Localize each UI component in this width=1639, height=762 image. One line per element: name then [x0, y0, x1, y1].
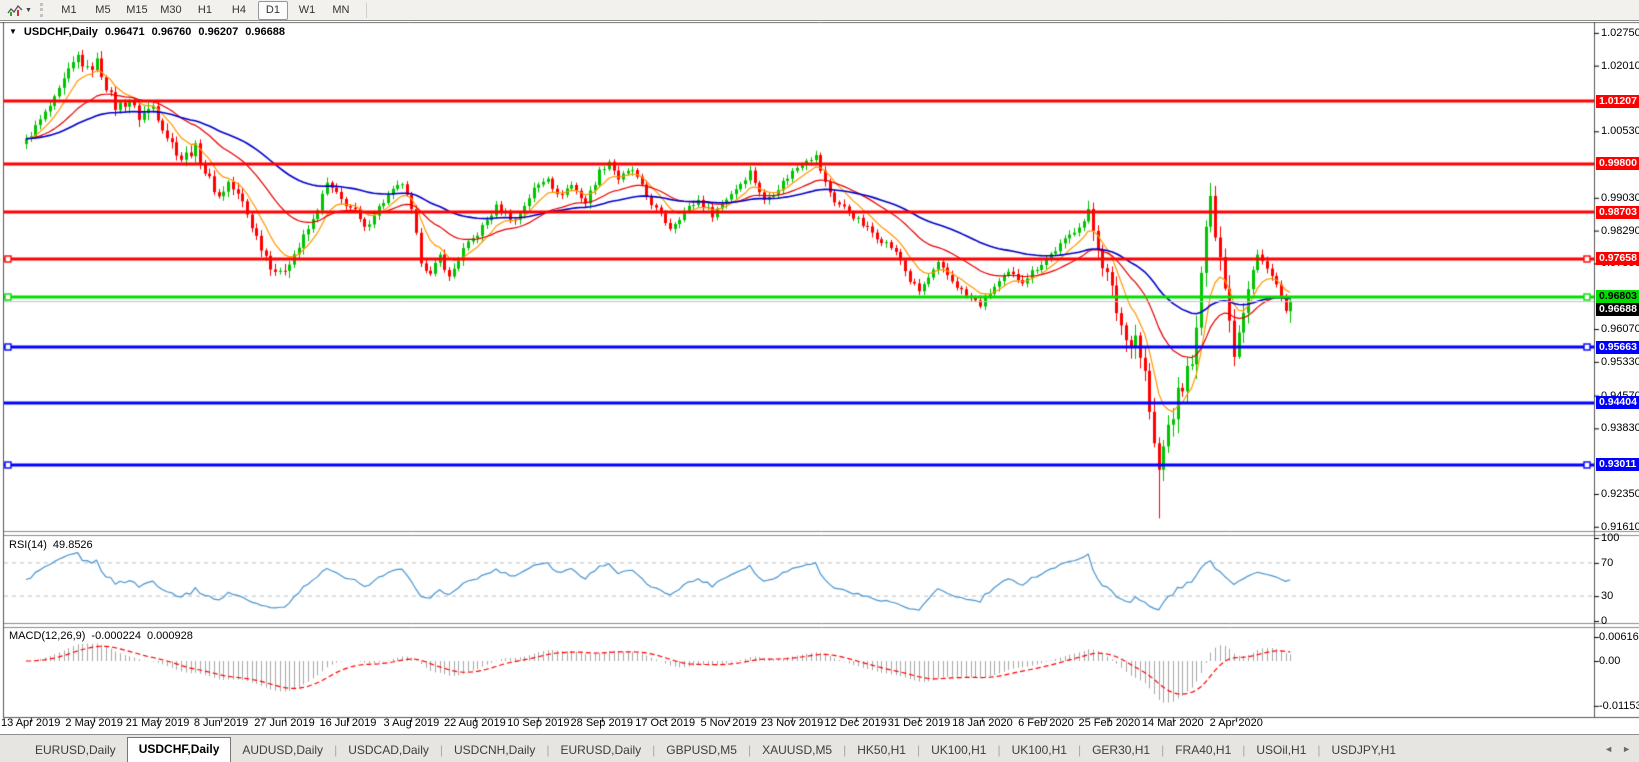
- time-axis-date: 5 Nov 2019: [700, 717, 757, 729]
- time-axis-date: 23 Nov 2019: [760, 717, 824, 729]
- period-button-m15[interactable]: M15: [122, 1, 152, 20]
- rsi-axis-tick: 30: [1601, 590, 1614, 603]
- price-line-badge: 0.95663: [1596, 340, 1639, 354]
- period-button-h1[interactable]: H1: [190, 1, 220, 20]
- price-axis-tick: 0.96070: [1601, 323, 1639, 336]
- period-button-d1[interactable]: D1: [257, 0, 288, 20]
- macd-axis-tick: 0.00: [1599, 655, 1621, 667]
- symbol-tab-uk100-h1[interactable]: UK100,H1: [1001, 740, 1078, 760]
- time-axis-date: 22 Aug 2019: [443, 717, 506, 729]
- symbol-tab-gbpusd-m5[interactable]: GBPUSD,M5: [655, 740, 748, 760]
- chart-header: ▼ USDCHF,Daily 0.96471 0.96760 0.96207 0…: [9, 26, 285, 38]
- time-axis-date: 31 Dec 2019: [887, 717, 951, 729]
- price-axis-tick: 1.00530: [1601, 125, 1639, 138]
- symbol-tab-ger30-h1[interactable]: GER30,H1: [1081, 740, 1161, 760]
- toolbar-grip[interactable]: [39, 3, 46, 17]
- toolbar-separator: [365, 2, 367, 18]
- period-button-h4[interactable]: H4: [224, 1, 254, 20]
- macd-signal-value: 0.000928: [146, 630, 193, 642]
- time-axis-date: 21 May 2019: [125, 717, 190, 729]
- symbol-tab-xauusd-m5[interactable]: XAUUSD,M5: [751, 740, 843, 760]
- macd-name: MACD(12,26,9): [9, 630, 86, 642]
- symbol-tab-usoil-h1[interactable]: USOil,H1: [1245, 740, 1317, 760]
- macd-axis-tick: 0.006167: [1599, 631, 1639, 643]
- period-button-m30[interactable]: M30: [156, 1, 186, 20]
- ohlc-high: 0.96760: [151, 26, 192, 38]
- symbol-tab-usdcnh-daily[interactable]: USDCNH,Daily: [443, 740, 546, 760]
- price-line-badge: 0.94404: [1596, 396, 1639, 410]
- price-line-badge: 0.97658: [1596, 252, 1639, 266]
- collapse-arrow-icon[interactable]: ▼: [9, 26, 17, 38]
- time-axis-date: 13 Apr 2019: [1, 717, 61, 729]
- mt4-terminal: { "toolbar": { "periods": ["M1","M5","M1…: [0, 0, 1639, 762]
- time-axis-date: 6 Feb 2020: [1018, 717, 1074, 729]
- time-axis-date: 8 Jun 2019: [193, 717, 249, 729]
- ohlc-close: 0.96688: [245, 26, 285, 38]
- rsi-axis-tick: 100: [1601, 532, 1620, 544]
- time-axis-date: 2 May 2019: [65, 717, 123, 729]
- price-line-badge: 0.96803: [1596, 290, 1639, 304]
- period-button-m5[interactable]: M5: [88, 1, 118, 20]
- price-axis-tick: 0.92350: [1601, 487, 1639, 500]
- symbol-tab-eurusd-daily[interactable]: EURUSD,Daily: [24, 740, 127, 760]
- time-axis-date: 27 Jun 2019: [254, 717, 315, 729]
- time-axis-date: 14 Mar 2020: [1141, 717, 1204, 729]
- macd-axis-tick: -0.011531: [1599, 699, 1639, 712]
- price-line-badge: 0.96688: [1596, 303, 1639, 317]
- rsi-axis-tick: 70: [1601, 556, 1614, 569]
- macd-indicator-label: MACD(12,26,9) -0.000224 0.000928: [9, 630, 193, 642]
- chart-canvas[interactable]: [0, 22, 1639, 734]
- price-axis-tick: 1.02750: [1601, 26, 1639, 39]
- tab-scroll-right-button[interactable]: ►: [1622, 744, 1631, 754]
- dropdown-caret-icon: ▼: [25, 6, 32, 14]
- price-axis-tick: 0.99030: [1601, 191, 1639, 204]
- tab-scroll-left-button[interactable]: ◄: [1604, 744, 1613, 754]
- rsi-name: RSI(14): [9, 539, 47, 551]
- rsi-axis-tick: 0: [1601, 615, 1608, 627]
- price-axis-tick: 0.93830: [1601, 422, 1639, 435]
- period-button-mn[interactable]: MN: [326, 1, 356, 20]
- symbol-tab-eurusd-daily[interactable]: EURUSD,Daily: [549, 740, 652, 760]
- time-axis-date: 17 Oct 2019: [635, 717, 696, 729]
- time-axis-date: 25 Feb 2020: [1078, 717, 1141, 729]
- period-button-w1[interactable]: W1: [292, 1, 322, 20]
- price-line-badge: 1.01207: [1596, 94, 1639, 108]
- symbol-tab-usdchf-daily[interactable]: USDCHF,Daily: [126, 737, 232, 762]
- tab-list: EURUSD,Daily USDCHF,Daily AUDUSD,Daily | USD…: [24, 737, 1407, 762]
- time-axis-date: 3 Aug 2019: [383, 717, 440, 729]
- price-line-badge: 0.99800: [1596, 157, 1639, 171]
- period-button-group: M1 M5 M15 M30 H1 H4 D1 W1 MN: [52, 0, 358, 20]
- price-axis-tick: 0.91610: [1601, 520, 1639, 533]
- time-axis-date: 18 Jan 2020: [952, 717, 1013, 729]
- chart-symbol-label: USDCHF,Daily: [23, 26, 98, 38]
- price-line-badge: 0.93011: [1596, 458, 1639, 472]
- time-axis-date: 28 Sep 2019: [570, 717, 633, 729]
- ohlc-low: 0.96207: [198, 26, 239, 38]
- candlestick-chart-icon: [7, 4, 23, 16]
- time-axis-date: 16 Jul 2019: [319, 717, 377, 729]
- time-axis-date: 12 Dec 2019: [824, 717, 887, 729]
- rsi-indicator-label: RSI(14) 49.8526: [9, 539, 93, 551]
- symbol-tab-hk50-h1[interactable]: HK50,H1: [846, 740, 917, 760]
- price-axis-tick: 1.02010: [1601, 59, 1639, 72]
- price-axis-tick: 0.95330: [1601, 355, 1639, 368]
- time-axis-date: 10 Sep 2019: [507, 717, 570, 729]
- symbol-tabbar: EURUSD,Daily USDCHF,Daily AUDUSD,Daily | USD…: [0, 734, 1639, 762]
- symbol-tab-usdjpy-h1[interactable]: USDJPY,H1: [1321, 740, 1407, 760]
- ohlc-open: 0.96471: [104, 26, 145, 38]
- macd-main-value: -0.000224: [91, 630, 141, 642]
- symbol-tab-usdcad-daily[interactable]: USDCAD,Daily: [337, 740, 440, 760]
- symbol-tab-uk100-h1[interactable]: UK100,H1: [920, 740, 997, 760]
- period-button-m1[interactable]: M1: [54, 1, 84, 20]
- rsi-value: 49.8526: [52, 539, 93, 551]
- chart-tool-button[interactable]: ▼: [3, 2, 36, 19]
- timeframe-toolbar: ▼ M1 M5 M15 M30 H1 H4 D1 W1 MN: [0, 0, 1639, 21]
- price-line-badge: 0.98703: [1596, 205, 1639, 219]
- time-axis-date: 2 Apr 2020: [1209, 717, 1263, 729]
- symbol-tab-fra40-h1[interactable]: FRA40,H1: [1164, 740, 1242, 760]
- price-axis-tick: 0.98290: [1601, 224, 1639, 237]
- symbol-tab-audusd-daily[interactable]: AUDUSD,Daily: [231, 740, 334, 760]
